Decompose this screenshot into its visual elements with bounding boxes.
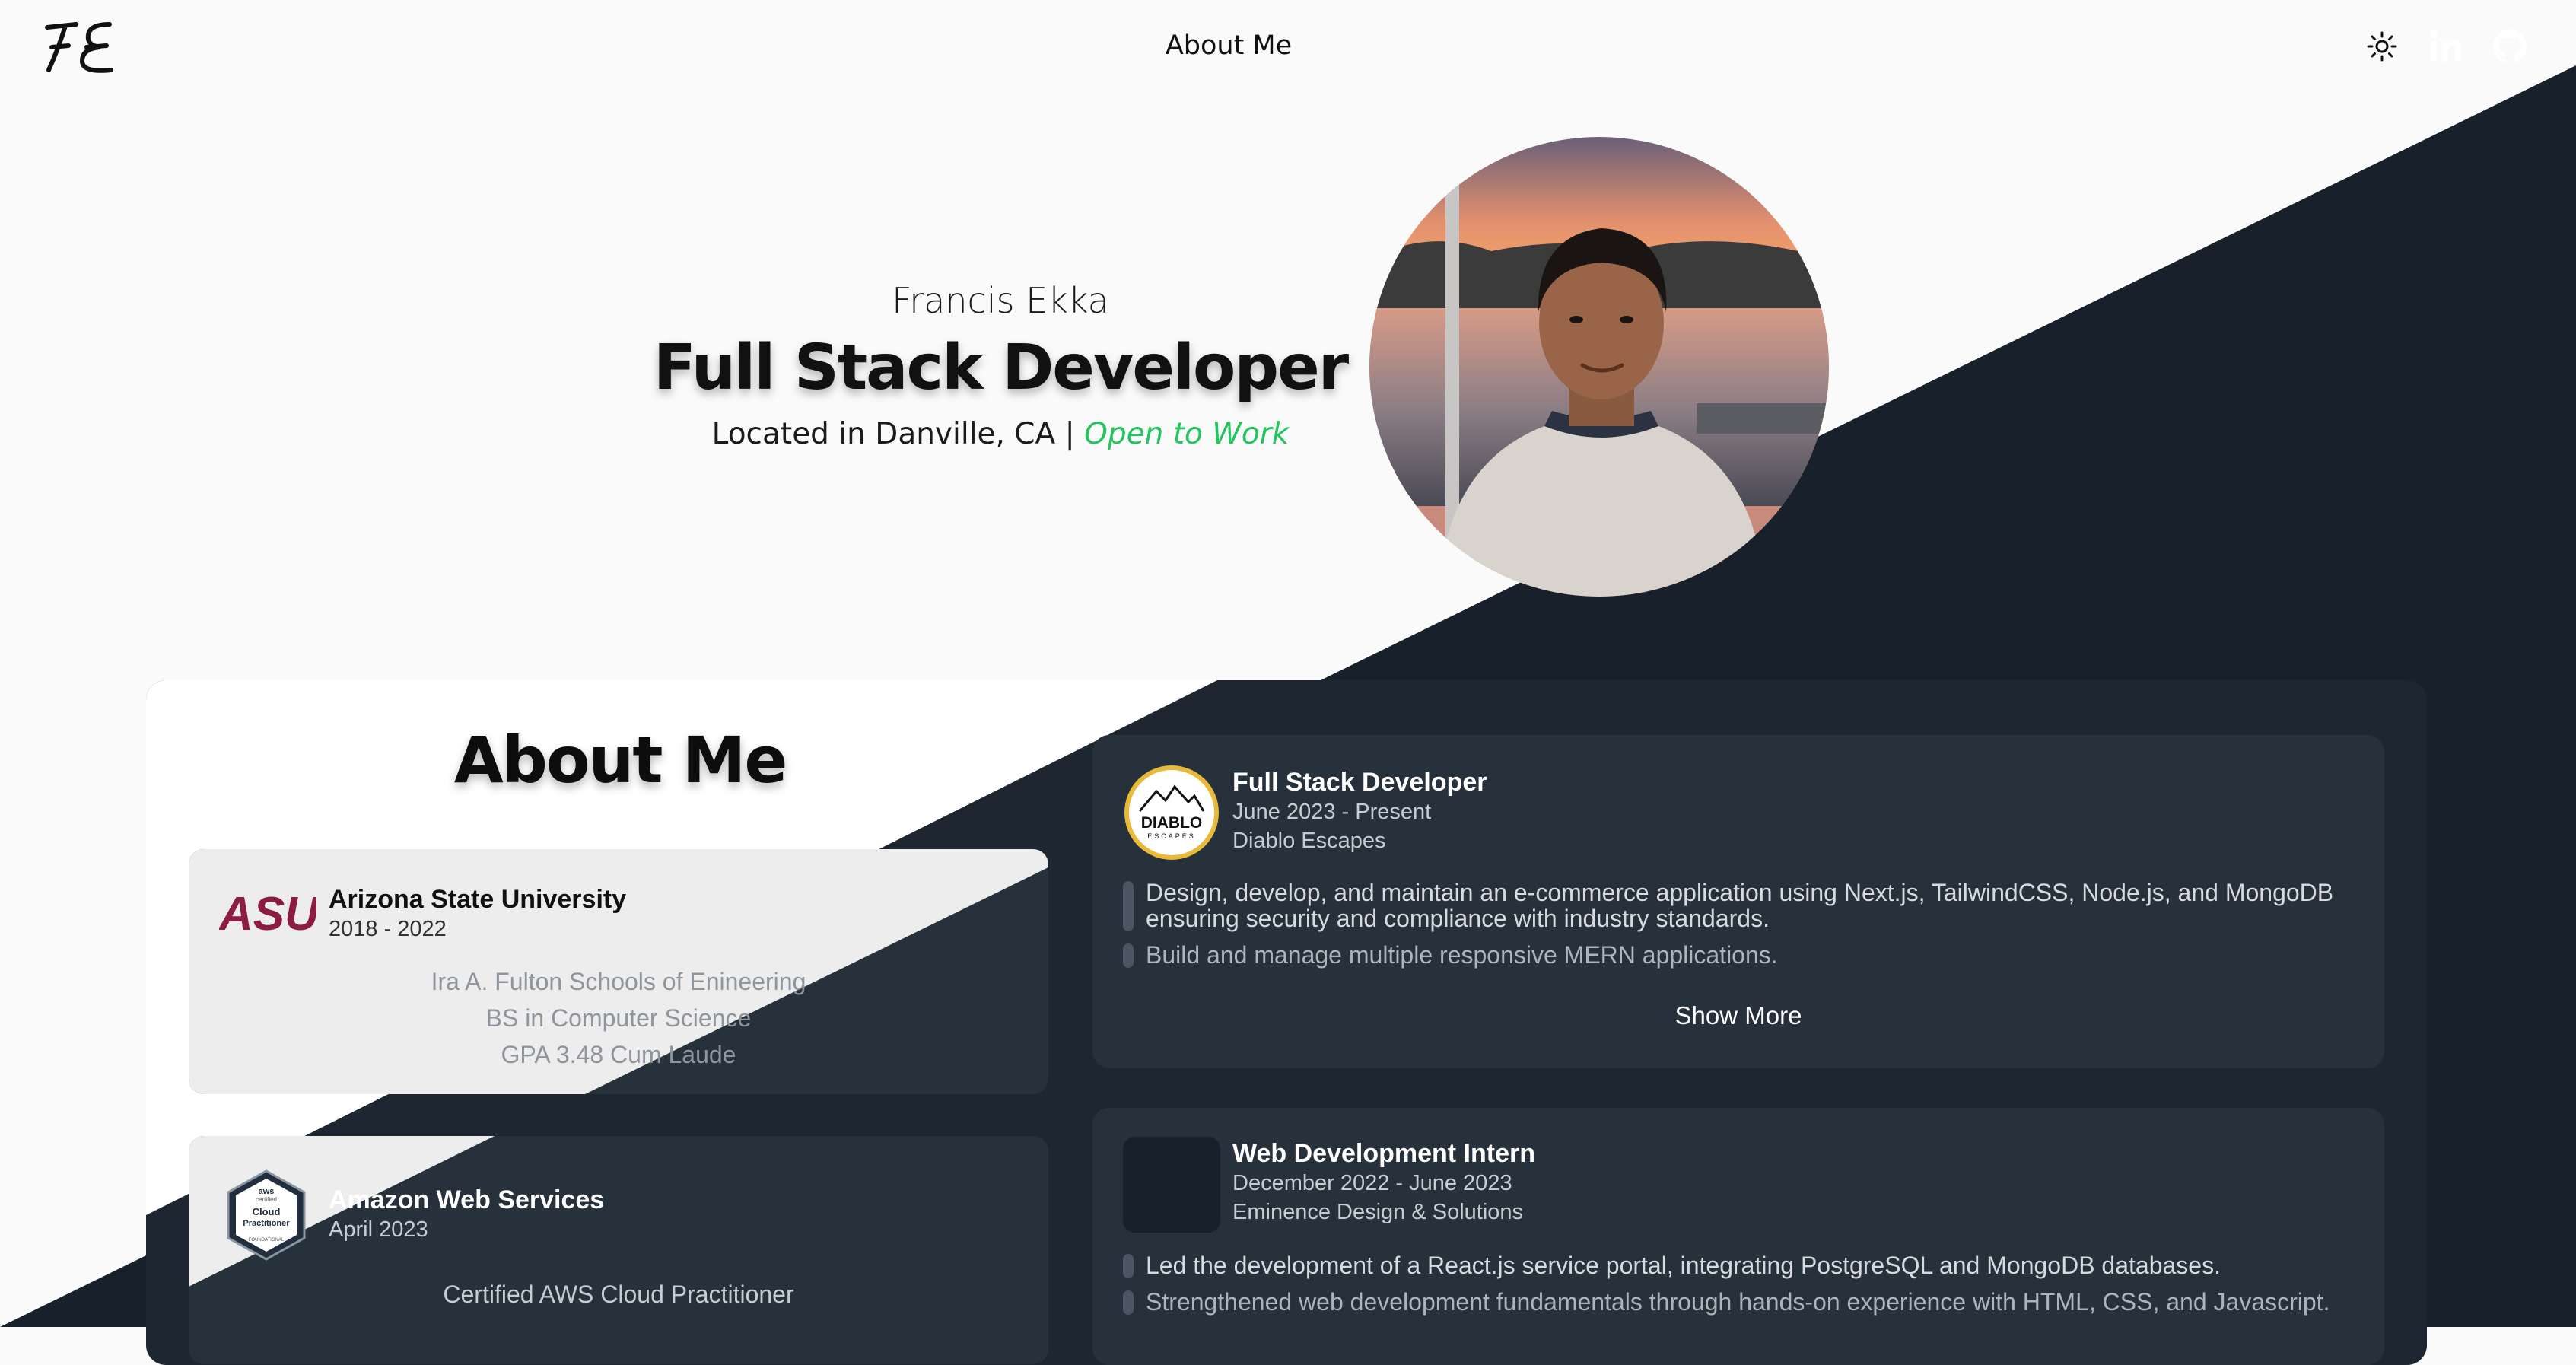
- job-bullet: Build and manage multiple responsive MER…: [1123, 942, 2348, 968]
- education-card-asu: ASU Arizona State University 2018 - 2022…: [189, 849, 1048, 1094]
- header-icons: [2361, 26, 2530, 67]
- fe-logo[interactable]: [43, 20, 119, 78]
- hero-title: Full Stack Developer: [653, 332, 1349, 404]
- cert-issuer: Amazon Web Services: [329, 1185, 605, 1214]
- job-bullet: Strengthened web development fundamental…: [1123, 1289, 2348, 1315]
- asu-logo-text: ASU: [219, 890, 316, 936]
- show-more-button[interactable]: Show More: [1092, 1001, 2384, 1030]
- school-detail: BS in Computer Science: [485, 1004, 752, 1032]
- linkedin-icon[interactable]: [2425, 26, 2466, 67]
- job-title: Full Stack Developer: [1232, 768, 1487, 797]
- cert-detail: Certified AWS Cloud Practitioner: [443, 1281, 794, 1308]
- aws-badge-text: FOUNDATIONAL: [249, 1238, 285, 1242]
- aws-badge-text: certified: [256, 1196, 277, 1203]
- job-bullet-text: Build and manage multiple responsive MER…: [1146, 941, 1778, 969]
- aws-badge-text: aws: [259, 1187, 275, 1196]
- location-text: Located in Danville, CA |: [711, 417, 1075, 451]
- sun-icon[interactable]: [2361, 26, 2403, 67]
- school-detail: Ira A. Fulton Schools of Enineering: [431, 968, 806, 995]
- job-dates: December 2022 - June 2023: [1232, 1171, 1512, 1195]
- diablo-logo-text: DIABLO: [1141, 814, 1203, 832]
- cert-date: April 2023: [329, 1217, 428, 1242]
- experience-card-diablo: DIABLO ESCAPES Full Stack Developer June…: [1092, 735, 2384, 1068]
- eminence-logo: [1123, 1137, 1220, 1233]
- about-heading: About Me: [453, 723, 788, 797]
- job-bullet: Led the development of a React.js servic…: [1123, 1252, 2348, 1278]
- profile-photo: [1369, 137, 1829, 597]
- job-title: Web Development Intern: [1232, 1139, 1535, 1168]
- job-dates: June 2023 - Present: [1232, 800, 1432, 824]
- school-detail: GPA 3.48 Cum Laude: [501, 1041, 736, 1068]
- hero-location: Located in Danville, CA | Open to Work: [647, 417, 1354, 451]
- asu-logo: ASU: [218, 888, 320, 940]
- hero-name: Francis Ekka: [892, 280, 1109, 321]
- nav-about-me[interactable]: About Me: [1134, 30, 1324, 61]
- job-bullet-text: Strengthened web development fundamental…: [1146, 1288, 2330, 1316]
- aws-badge-text: Cloud: [253, 1206, 281, 1217]
- job-company: Diablo Escapes: [1232, 829, 1386, 853]
- aws-badge-text: Practitioner: [243, 1219, 290, 1228]
- experience-card-eminence: Web Development Intern December 2022 - J…: [1092, 1108, 2384, 1365]
- job-bullet-text: Design, develop, and maintain an e-comme…: [1146, 879, 2334, 932]
- job-bullet-text: Led the development of a React.js servic…: [1146, 1252, 2221, 1279]
- school-name: Arizona State University: [329, 885, 627, 914]
- diablo-logo-text: ESCAPES: [1147, 832, 1196, 840]
- school-dates: 2018 - 2022: [329, 917, 447, 941]
- job-company: Eminence Design & Solutions: [1232, 1200, 1524, 1224]
- job-bullet: Design, develop, and maintain an e-comme…: [1123, 880, 2348, 931]
- aws-badge-logo: aws certified Cloud Practitioner FOUNDAT…: [224, 1168, 309, 1266]
- github-icon[interactable]: [2489, 26, 2530, 67]
- diablo-escapes-logo: DIABLO ESCAPES: [1123, 764, 1220, 865]
- open-to-work-status: Open to Work: [1084, 417, 1290, 451]
- education-card-aws: aws certified Cloud Practitioner FOUNDAT…: [189, 1136, 1048, 1364]
